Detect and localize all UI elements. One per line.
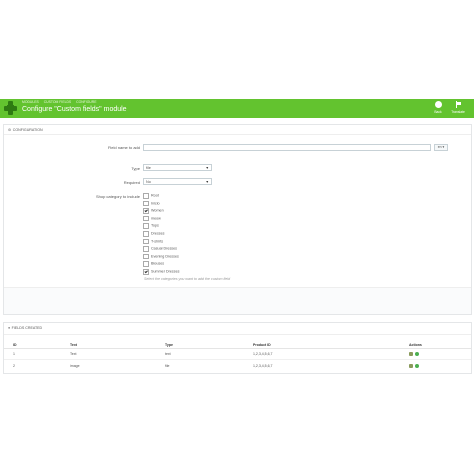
category-checkbox[interactable] — [143, 223, 149, 229]
breadcrumb-modules[interactable]: MODULES — [22, 100, 39, 104]
col-header-id: ID — [13, 343, 17, 347]
cell-product-id: 1,2,3,4,5,6,7 — [253, 364, 273, 368]
language-select[interactable]: en ▾ — [434, 144, 448, 151]
required-value: No — [146, 180, 151, 184]
edit-icon[interactable] — [409, 352, 413, 356]
divider — [4, 334, 471, 335]
field-name-input[interactable] — [143, 144, 431, 151]
page-title: Configure "Custom fields" module — [22, 105, 127, 113]
category-option[interactable]: meow — [143, 215, 161, 222]
breadcrumb-configure: CONFIGURE — [76, 100, 97, 104]
category-checkbox[interactable] — [143, 246, 149, 252]
category-label: Root — [151, 193, 159, 198]
category-checkbox[interactable] — [143, 193, 149, 199]
category-checkbox[interactable] — [143, 200, 149, 207]
category-label: Blouses — [151, 262, 165, 267]
cell-id: 1 — [13, 352, 15, 356]
breadcrumb-custom-fields[interactable]: CUSTOM FIELDS — [44, 100, 71, 104]
category-option[interactable]: Root — [143, 193, 159, 199]
category-checkbox[interactable] — [143, 269, 149, 275]
cell-type: file — [165, 364, 170, 368]
required-label: Required — [123, 180, 140, 185]
configuration-title-text: CONFIGURATION — [12, 128, 43, 132]
cell-product-id: 1,2,3,4,5,6,7 — [253, 352, 273, 356]
shop-category-label: Shop category to include — [95, 194, 140, 199]
caret-down-icon: ▼ — [205, 180, 209, 184]
category-label: Tops — [151, 224, 159, 229]
category-option[interactable]: Dresses — [143, 231, 165, 237]
fields-created-title: ● FIELDS CREATED — [8, 326, 42, 330]
category-option[interactable]: Summer Dresses — [143, 269, 179, 275]
category-checkbox[interactable] — [143, 208, 149, 214]
category-option[interactable]: Blouses — [143, 261, 164, 267]
col-header-type: Type — [165, 343, 173, 347]
type-select[interactable]: file ▼ — [143, 164, 212, 171]
cell-id: 2 — [13, 364, 15, 368]
category-checkbox[interactable] — [143, 261, 149, 267]
col-header-actions: Actions — [409, 343, 422, 347]
field-name-label: Field name to add — [107, 145, 140, 150]
category-label: Women — [151, 208, 164, 213]
type-label: Type — [131, 166, 140, 171]
col-header-product-id: Product ID — [253, 343, 271, 347]
category-option[interactable]: Inicio — [143, 200, 160, 207]
fields-created-title-text: FIELDS CREATED — [11, 326, 43, 330]
configuration-title: ⚙ CONFIGURATION — [8, 128, 43, 132]
category-label: Dresses — [151, 231, 165, 236]
flag-icon — [455, 101, 462, 108]
divider — [4, 348, 471, 349]
delete-icon[interactable] — [415, 364, 419, 368]
panel-footer — [4, 287, 471, 314]
category-checkbox[interactable] — [143, 231, 149, 237]
back-label: Back — [434, 110, 442, 114]
cell-text: image — [70, 364, 80, 368]
language-value: en — [437, 145, 442, 149]
module-puzzle-icon — [4, 101, 18, 115]
delete-icon[interactable] — [415, 352, 419, 356]
divider — [4, 359, 471, 360]
category-label: meow — [151, 216, 161, 221]
category-option[interactable]: Tops — [143, 223, 159, 229]
category-label: T-shirts — [151, 239, 164, 244]
tag-icon: ● — [8, 326, 11, 330]
translate-label: Translate — [451, 110, 465, 114]
category-label: Summer Dresses — [151, 269, 180, 274]
required-select[interactable]: No ▼ — [143, 178, 212, 185]
category-checkbox[interactable] — [143, 215, 149, 222]
category-label: Casual Dresses — [151, 246, 178, 251]
cogs-icon: ⚙ — [8, 128, 12, 132]
cell-type: text — [165, 352, 171, 356]
edit-icon[interactable] — [409, 364, 413, 368]
cell-text: Text — [70, 352, 77, 356]
category-checkbox[interactable] — [143, 238, 149, 245]
caret-down-icon: ▾ — [442, 145, 445, 149]
back-button[interactable]: Back — [431, 100, 445, 117]
back-arrow-icon — [434, 101, 442, 108]
category-label: Inicio — [151, 201, 160, 206]
caret-down-icon: ▼ — [205, 166, 209, 170]
category-option[interactable]: T-shirts — [143, 238, 164, 245]
translate-button[interactable]: Translate — [451, 100, 465, 117]
category-label: Evening Dresses — [151, 254, 179, 259]
divider — [4, 134, 471, 135]
col-header-text: Text — [70, 343, 77, 347]
category-option[interactable]: Women — [143, 208, 164, 214]
page-header: MODULES CUSTOM FIELDS CONFIGURE Configur… — [0, 99, 474, 118]
breadcrumb: MODULES CUSTOM FIELDS CONFIGURE — [22, 100, 101, 104]
category-option[interactable]: Evening Dresses — [143, 253, 179, 260]
fields-created-panel: ● FIELDS CREATED ID Text Type Product ID … — [3, 322, 472, 374]
type-value: file — [146, 166, 151, 170]
category-option[interactable]: Casual Dresses — [143, 246, 177, 252]
category-checkbox[interactable] — [143, 253, 149, 260]
category-hint: Select the categories you want to add th… — [144, 277, 231, 281]
configuration-panel: ⚙ CONFIGURATION Field name to add en ▾ Ty… — [3, 124, 472, 315]
